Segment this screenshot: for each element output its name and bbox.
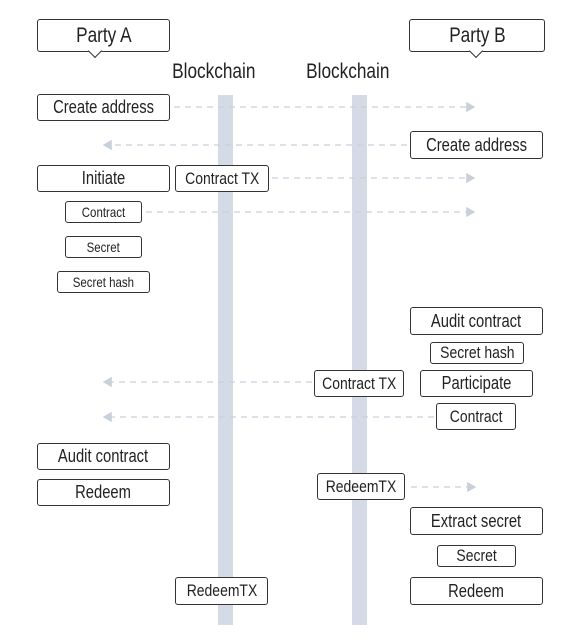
a-redeem: Redeem [37,479,170,506]
label: Secret [86,239,121,255]
right-blockchain-label: Blockchain [306,60,390,83]
party-b-label: Party B [448,23,506,47]
label: Contract TX [184,168,260,188]
label: Contract TX [321,373,397,393]
b-contract: Contract [436,403,516,430]
b-redeem: Redeem [410,577,543,605]
contract-tx-right: Contract TX [314,370,404,397]
label: Create address [53,97,154,117]
b-audit-contract: Audit contract [410,307,543,335]
a-create-address: Create address [37,94,170,121]
redeem-tx-right: RedeemTX [317,473,405,500]
label: Audit contract [58,446,149,466]
label: Extract secret [431,510,522,531]
label: RedeemTX [186,581,257,600]
label: RedeemTX [325,476,397,496]
a-audit-contract: Audit contract [37,443,170,470]
label: Redeem [75,482,132,502]
label: Contract [449,406,503,426]
label: Create address [426,134,527,155]
left-blockchain-label: Blockchain [172,60,256,83]
b-create-address: Create address [410,131,543,159]
party-a-header: Party A [37,19,170,52]
label: Contract [81,204,126,220]
label: Secret hash [72,274,135,290]
b-extract-secret: Extract secret [410,507,543,535]
party-a-label: Party A [75,23,132,47]
a-secret: Secret [65,236,142,258]
b-secret-hash: Secret hash [430,342,524,364]
label: Secret [456,546,497,565]
b-secret: Secret [437,545,516,567]
contract-tx-left: Contract TX [175,165,269,192]
a-contract: Contract [65,201,142,223]
label: Redeem [448,580,505,601]
label: Audit contract [431,310,522,331]
label: Participate [441,373,512,393]
a-initiate: Initiate [37,165,170,192]
a-secret-hash: Secret hash [57,271,150,293]
redeem-tx-left: RedeemTX [175,577,268,605]
b-participate: Participate [420,370,533,397]
label: Secret hash [439,343,515,362]
label: Initiate [81,168,126,188]
